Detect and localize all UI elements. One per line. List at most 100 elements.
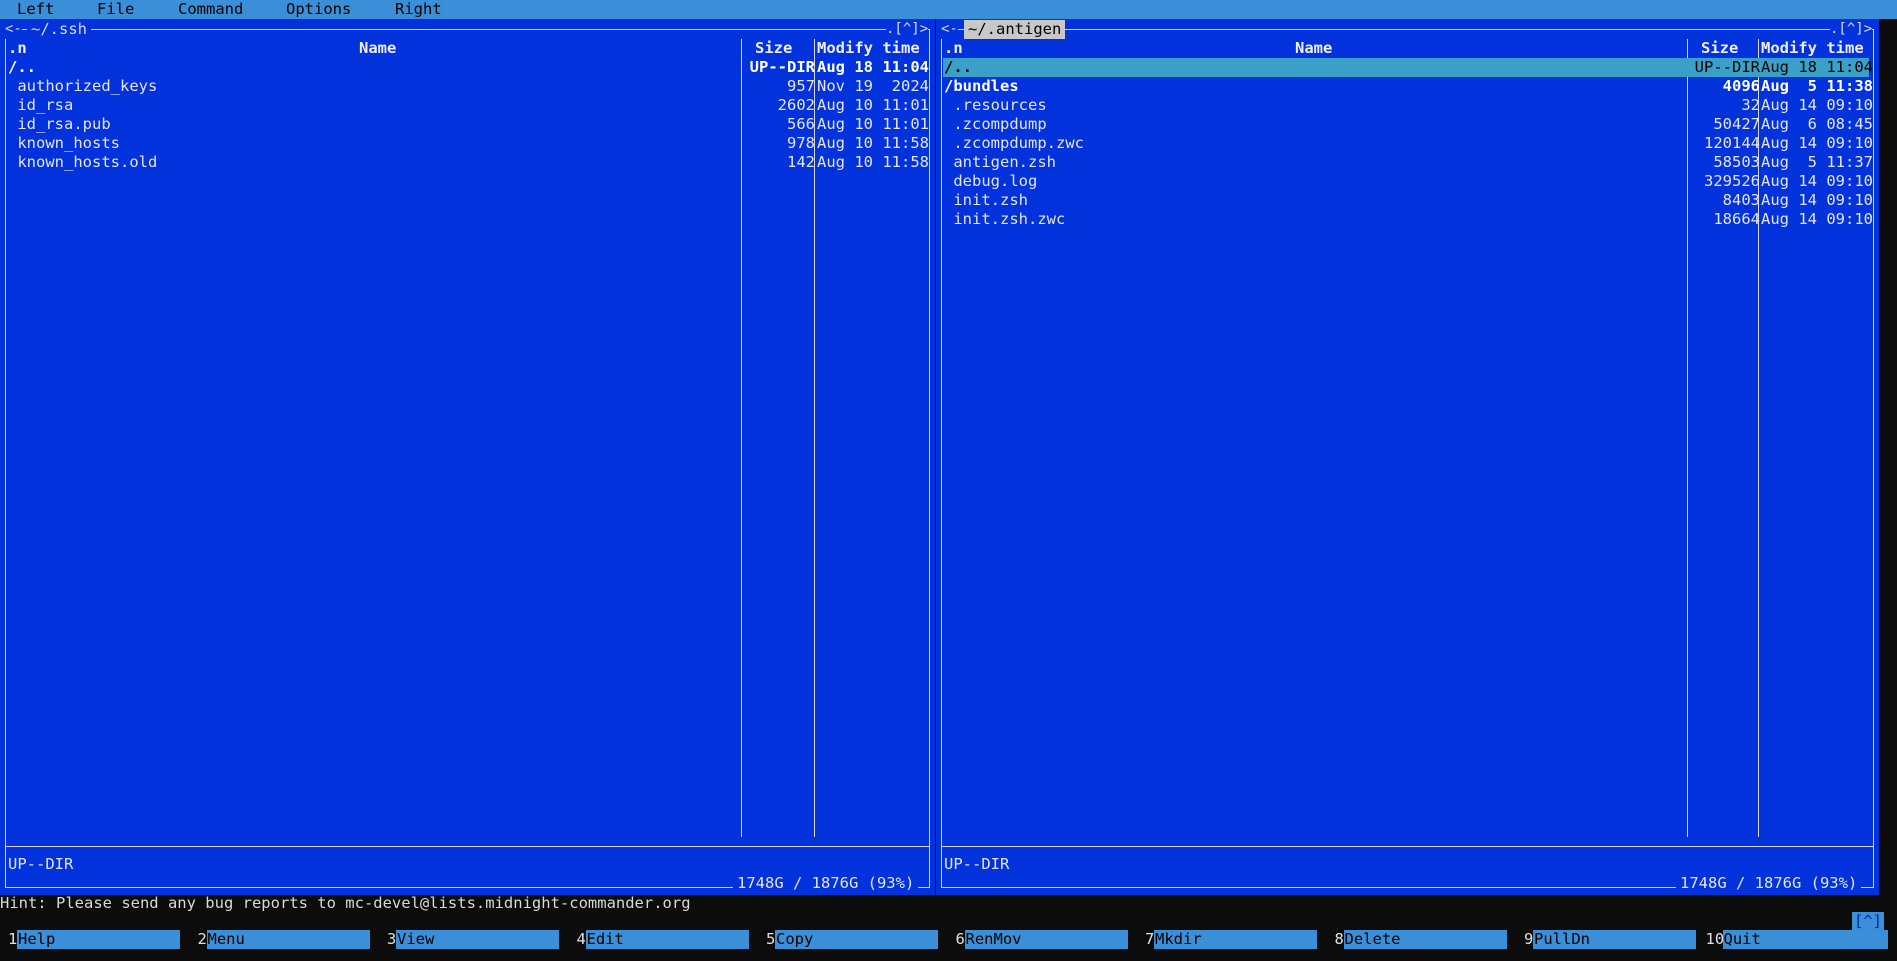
file-row[interactable]: init.zsh.zwc 18664 Aug 14 09:10 [943,210,1873,229]
file-row[interactable]: init.zsh 8403 Aug 14 09:10 [943,191,1873,210]
file-size: 566 [787,115,815,133]
fkey-number: 4 [576,930,586,948]
file-name: init.zsh [944,191,1028,209]
file-mtime: Aug 14 09:10 [1761,191,1873,209]
left-header-size[interactable]: Size [755,39,792,58]
file-row[interactable]: debug.log 329526 Aug 14 09:10 [943,172,1873,191]
file-size: 2602 [777,96,815,114]
file-mtime: Aug 10 11:01 [817,115,929,133]
right-status-separator [941,846,1874,847]
right-panel-history-left[interactable]: <- [941,20,958,39]
fkey-label: Help [17,930,180,949]
left-header-name[interactable]: Name [359,39,396,58]
file-name: antigen.zsh [944,153,1056,171]
file-size: 120144 [1704,134,1760,152]
file-name: /.. [944,58,972,76]
fkey-number: 9 [1524,930,1534,948]
command-history-indicator[interactable]: [^] [1852,912,1884,931]
file-name: authorized_keys [8,77,158,95]
file-name: id_rsa.pub [8,115,111,133]
file-mtime: Aug 5 11:38 [1761,77,1873,95]
menu-file[interactable]: File [97,0,134,19]
left-panel-history-left[interactable]: <- [5,20,22,39]
right-panel-path[interactable]: ~/.antigen [964,20,1066,39]
file-mtime: Aug 10 11:01 [817,96,929,114]
file-row[interactable]: /bundles 4096 Aug 5 11:38 [943,77,1873,96]
menu-left[interactable]: Left [17,0,54,19]
function-key-bar: 1 Help 2 Menu 3 View 4 Edit 5 Copy 6 RenMov 7 Mkdir 8 D… [0,930,1897,949]
menu-options[interactable]: Options [286,0,351,19]
fkey-label: Mkdir [1154,930,1317,949]
file-size: 58503 [1713,153,1760,171]
file-mtime: Aug 6 08:45 [1761,115,1873,133]
file-size: 18664 [1713,210,1760,228]
file-name: .zcompdump [944,115,1047,133]
file-name: /bundles [944,77,1019,95]
file-size: UP--DIR [1694,58,1760,76]
file-size: 142 [787,153,815,171]
file-size: 978 [787,134,815,152]
file-row[interactable]: known_hosts 978 Aug 10 11:58 [7,134,929,153]
file-name: .resources [944,96,1047,114]
file-size: 8403 [1722,191,1760,209]
left-header-mtime[interactable]: Modify time [817,39,920,58]
right-status-line: UP--DIR [944,855,1010,873]
file-row[interactable]: id_rsa 2602 Aug 10 11:01 [7,96,929,115]
fkey-label: Edit [585,930,749,949]
left-panel-history-right[interactable]: .[^]> [886,20,929,39]
fkey-number: 3 [387,930,397,948]
right-header-mtime[interactable]: Modify time [1761,39,1864,58]
file-mtime: Nov 19 2024 [817,77,929,95]
fkey-label: Delete [1343,930,1507,949]
file-name: /.. [8,58,36,76]
file-mtime: Aug 18 11:04 [1761,58,1873,76]
file-row[interactable]: authorized_keys 957 Nov 19 2024 [7,77,929,96]
left-disk-space: 1748G / 1876G (93%) [733,874,919,893]
file-name: known_hosts [8,134,120,152]
file-row[interactable]: .zcompdump.zwc 120144 Aug 14 09:10 [943,134,1873,153]
command-line[interactable] [0,912,1897,931]
file-name: init.zsh.zwc [944,210,1066,228]
fkey-number: 8 [1334,930,1344,948]
file-name: debug.log [944,172,1038,190]
fkey-label: View [396,930,559,949]
file-row[interactable]: .resources 32 Aug 14 09:10 [943,96,1873,115]
fkey-label: Copy [775,930,938,949]
right-sort-indicator[interactable]: .n [944,39,963,58]
menu-command[interactable]: Command [178,0,243,19]
fkey-label: Menu [206,930,370,949]
left-status-separator [5,846,930,847]
file-mtime: Aug 10 11:58 [817,134,929,152]
right-panel-history-right[interactable]: .[^]> [1830,20,1873,39]
fkey-number: 7 [1145,930,1155,948]
left-sort-indicator[interactable]: .n [8,39,27,58]
file-mtime: Aug 10 11:58 [817,153,929,171]
fkey-label: PullDn [1533,930,1696,949]
right-header-name[interactable]: Name [1295,39,1332,58]
file-row[interactable]: /.. UP--DIR Aug 18 11:04 [943,58,1873,77]
file-size: 329526 [1704,172,1760,190]
left-status-line: UP--DIR [8,855,74,873]
menu-bar: Left File Command Options Right [0,0,1897,19]
file-row[interactable]: antigen.zsh 58503 Aug 5 11:37 [943,153,1873,172]
fkey-number: 5 [766,930,776,948]
file-row[interactable]: /.. UP--DIR Aug 18 11:04 [7,58,929,77]
menu-right[interactable]: Right [395,0,442,19]
file-mtime: Aug 18 11:04 [817,58,929,76]
file-size: 957 [787,77,815,95]
file-size: 4096 [1722,77,1760,95]
file-mtime: Aug 14 09:10 [1761,96,1873,114]
file-row[interactable]: known_hosts.old 142 Aug 10 11:58 [7,153,929,172]
file-row[interactable]: .zcompdump 50427 Aug 6 08:45 [943,115,1873,134]
left-panel-path[interactable]: ~/.ssh [27,20,91,39]
right-disk-space: 1748G / 1876G (93%) [1676,874,1862,893]
file-mtime: Aug 14 09:10 [1761,210,1873,228]
fkey-number: 1 [8,930,18,948]
left-panel[interactable]: <- ~/.ssh .[^]> .n Name Size Modify time… [0,19,935,895]
right-header-size[interactable]: Size [1701,39,1738,58]
file-size: 50427 [1713,115,1760,133]
file-row[interactable]: id_rsa.pub 566 Aug 10 11:01 [7,115,929,134]
file-mtime: Aug 14 09:10 [1761,134,1873,152]
right-panel[interactable]: <- ~/.antigen .[^]> .n Name Size Modify … [936,19,1879,895]
hint-line: Hint: Please send any bug reports to mc-… [0,894,691,912]
